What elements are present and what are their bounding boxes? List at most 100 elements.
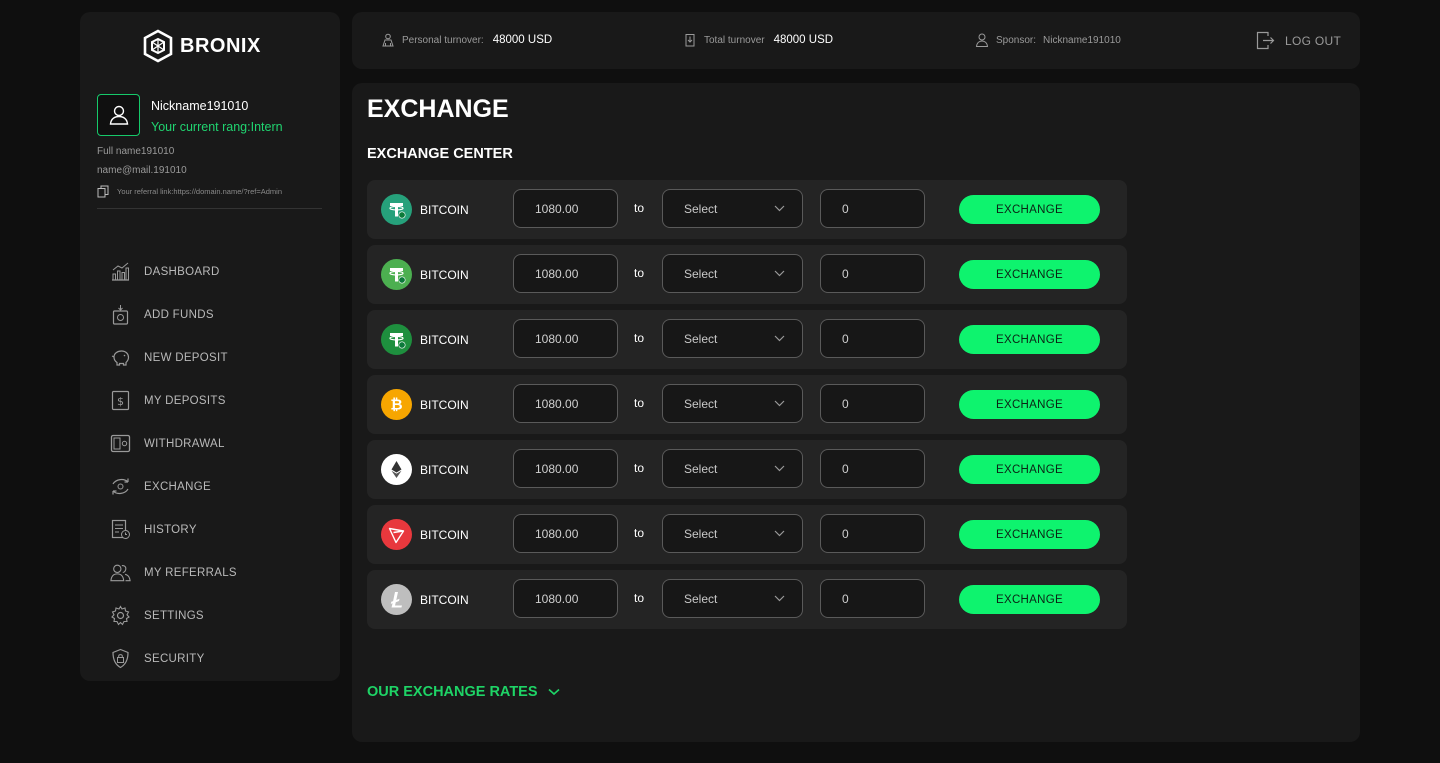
result-input[interactable] bbox=[820, 579, 925, 618]
referrals-icon bbox=[110, 562, 131, 583]
chevron-down-icon bbox=[547, 688, 560, 696]
chevron-down-icon bbox=[774, 400, 785, 407]
currency-select[interactable]: Select bbox=[662, 514, 803, 553]
exchange-button[interactable]: EXCHANGE bbox=[959, 195, 1100, 224]
amount-input[interactable] bbox=[513, 514, 618, 553]
amount-input[interactable] bbox=[513, 579, 618, 618]
sponsor-value: Nickname191010 bbox=[1043, 34, 1121, 46]
sidebar-item-settings[interactable]: SETTINGS bbox=[110, 594, 320, 637]
coin-name: BITCOIN bbox=[420, 593, 469, 607]
sidebar-item-label: SETTINGS bbox=[144, 609, 204, 622]
total-turnover: Total turnover 48000 USD bbox=[683, 33, 833, 47]
currency-select[interactable]: Select bbox=[662, 319, 803, 358]
personal-turnover-value: 48000 USD bbox=[492, 34, 553, 46]
coin-name: BITCOIN bbox=[420, 398, 469, 412]
brand-logo[interactable]: BRONIX bbox=[142, 29, 261, 63]
sidebar-item-exchange[interactable]: EXCHANGE bbox=[110, 465, 320, 508]
exchange-rates-toggle[interactable]: OUR EXCHANGE RATES bbox=[367, 684, 560, 700]
exchange-button[interactable]: EXCHANGE bbox=[959, 390, 1100, 419]
piggy-bank-icon bbox=[110, 347, 131, 368]
referral-link-text: Your referral link:https://domain.name/?… bbox=[117, 187, 283, 196]
chevron-down-icon bbox=[774, 335, 785, 342]
main-panel: EXCHANGE EXCHANGE CENTER BITCOIN to Sele… bbox=[352, 83, 1360, 742]
sponsor-icon bbox=[975, 33, 989, 47]
tron-icon bbox=[381, 519, 412, 550]
to-label: to bbox=[634, 266, 645, 280]
tether-icon bbox=[381, 259, 412, 290]
exchange-button[interactable]: EXCHANGE bbox=[959, 455, 1100, 484]
sidebar-item-dashboard[interactable]: DASHBOARD bbox=[110, 250, 320, 293]
to-label: to bbox=[634, 461, 645, 475]
bitcoin-icon: ₿ bbox=[381, 389, 412, 420]
result-input[interactable] bbox=[820, 319, 925, 358]
sidebar-item-security[interactable]: SECURITY bbox=[110, 637, 320, 680]
amount-input[interactable] bbox=[513, 449, 618, 488]
exchange-row: ₿ BITCOIN to Select EXCHANGE bbox=[367, 375, 1127, 434]
amount-input[interactable] bbox=[513, 189, 618, 228]
currency-select[interactable]: Select bbox=[662, 189, 803, 228]
select-value: Select bbox=[684, 202, 718, 216]
gear-icon bbox=[110, 605, 131, 626]
select-value: Select bbox=[684, 332, 718, 346]
exchange-button[interactable]: EXCHANGE bbox=[959, 325, 1100, 354]
amount-input[interactable] bbox=[513, 254, 618, 293]
logout-button[interactable]: LOG OUT bbox=[1256, 31, 1341, 50]
exchange-list: BITCOIN to Select EXCHANGE BITCOIN to Se… bbox=[367, 180, 1127, 635]
exchange-button[interactable]: EXCHANGE bbox=[959, 585, 1100, 614]
add-funds-icon bbox=[110, 304, 131, 325]
select-value: Select bbox=[684, 462, 718, 476]
currency-select[interactable]: Select bbox=[662, 384, 803, 423]
exchange-row: BITCOIN to Select EXCHANGE bbox=[367, 310, 1127, 369]
chevron-down-icon bbox=[774, 530, 785, 537]
amount-input[interactable] bbox=[513, 319, 618, 358]
section-title: EXCHANGE CENTER bbox=[367, 146, 513, 162]
currency-select[interactable]: Select bbox=[662, 449, 803, 488]
brand-name: BRONIX bbox=[180, 34, 261, 57]
to-label: to bbox=[634, 201, 645, 215]
logout-label: LOG OUT bbox=[1285, 33, 1342, 48]
result-input[interactable] bbox=[820, 514, 925, 553]
exchange-button[interactable]: EXCHANGE bbox=[959, 520, 1100, 549]
exchange-icon bbox=[110, 476, 131, 497]
wallet-icon bbox=[110, 433, 131, 454]
profile-rank: Your current rang:Intern bbox=[151, 120, 283, 134]
select-value: Select bbox=[684, 527, 718, 541]
sidebar-item-add-funds[interactable]: ADD FUNDS bbox=[110, 293, 320, 336]
litecoin-icon bbox=[381, 584, 412, 615]
profile-full-name: Full name191010 bbox=[97, 146, 175, 157]
exchange-button[interactable]: EXCHANGE bbox=[959, 260, 1100, 289]
result-input[interactable] bbox=[820, 449, 925, 488]
sidebar-item-new-deposit[interactable]: NEW DEPOSIT bbox=[110, 336, 320, 379]
personal-turnover: Personal turnover: 48000 USD bbox=[381, 33, 552, 47]
sidebar-item-history[interactable]: HISTORY bbox=[110, 508, 320, 551]
currency-select[interactable]: Select bbox=[662, 579, 803, 618]
svg-text:₿: ₿ bbox=[390, 396, 402, 414]
to-label: to bbox=[634, 591, 645, 605]
svg-text:$: $ bbox=[117, 395, 124, 408]
sidebar-item-withdrawal[interactable]: WITHDRAWAL bbox=[110, 422, 320, 465]
chevron-down-icon bbox=[774, 270, 785, 277]
avatar[interactable] bbox=[97, 94, 140, 136]
sidebar-item-my-referrals[interactable]: MY REFERRALS bbox=[110, 551, 320, 594]
exchange-row: BITCOIN to Select EXCHANGE bbox=[367, 505, 1127, 564]
to-label: to bbox=[634, 526, 645, 540]
sidebar-item-label: DASHBOARD bbox=[144, 265, 220, 278]
referral-link[interactable]: Your referral link:https://domain.name/?… bbox=[97, 185, 282, 198]
coin-name: BITCOIN bbox=[420, 268, 469, 282]
sidebar-item-label: NEW DEPOSIT bbox=[144, 351, 228, 364]
coin-name: BITCOIN bbox=[420, 528, 469, 542]
coin-name: BITCOIN bbox=[420, 203, 469, 217]
sidebar-item-label: MY REFERRALS bbox=[144, 566, 237, 579]
amount-input[interactable] bbox=[513, 384, 618, 423]
result-input[interactable] bbox=[820, 254, 925, 293]
result-input[interactable] bbox=[820, 384, 925, 423]
result-input[interactable] bbox=[820, 189, 925, 228]
profile-divider bbox=[97, 208, 322, 209]
tether-icon bbox=[381, 324, 412, 355]
tether-icon bbox=[381, 194, 412, 225]
currency-select[interactable]: Select bbox=[662, 254, 803, 293]
chart-icon bbox=[110, 261, 131, 282]
copy-icon[interactable] bbox=[97, 185, 109, 198]
shield-icon bbox=[110, 648, 131, 669]
sidebar-item-my-deposits[interactable]: $ MY DEPOSITS bbox=[110, 379, 320, 422]
